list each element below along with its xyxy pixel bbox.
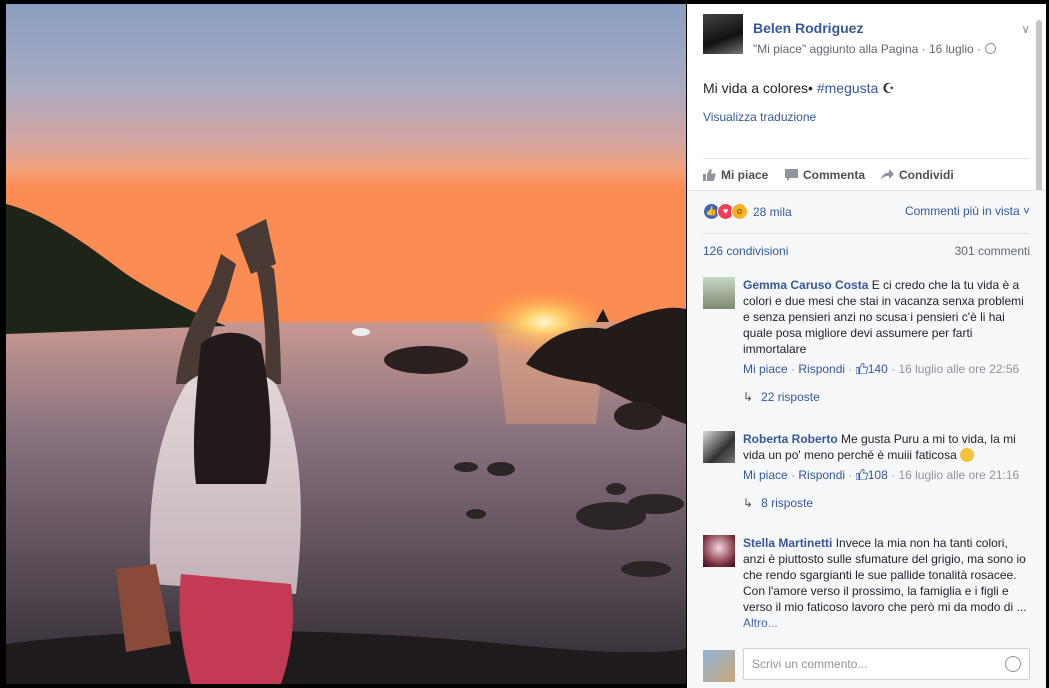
comment-sort-dropdown[interactable]: Commenti più in vista ˅: [905, 204, 1030, 218]
reactions-summary[interactable]: 👍 ♥ o 28 mila: [703, 203, 792, 221]
comment-item: Gemma Caruso Costa E ci credo che la tu …: [703, 277, 1028, 404]
comments-count[interactable]: 301 commenti: [955, 244, 1030, 258]
comment-like-link[interactable]: Mi piace: [743, 362, 788, 376]
thumbs-up-icon: [855, 362, 868, 375]
comment-label: Commenta: [803, 168, 866, 182]
commenter-avatar[interactable]: [703, 535, 735, 567]
comment-icon: [785, 169, 798, 181]
comment-time[interactable]: 16 luglio alle ore 22:56: [898, 362, 1019, 376]
reply-arrow-icon: ↳: [743, 390, 754, 404]
post-text-main: Mi vida a colores•: [703, 80, 817, 96]
comment-item: Stella Martinetti Invece la mia non ha t…: [703, 535, 1028, 631]
globe-icon: [985, 43, 996, 54]
replies-link[interactable]: ↳ 22 risposte: [743, 390, 1028, 404]
comment-meta: Mi piace · Rispondi · 108 · 16 luglio al…: [743, 468, 1020, 482]
post-text-tail: ☪: [878, 80, 895, 96]
post-actions: Mi piace Commenta Condividi: [703, 158, 1030, 191]
shares-count[interactable]: 126 condivisioni: [703, 244, 788, 258]
comment-button[interactable]: Commenta: [785, 168, 865, 182]
comment-input[interactable]: Scrivi un commento...: [743, 648, 1030, 680]
comment-meta: Mi piace · Rispondi · 140 · 16 luglio al…: [743, 362, 1020, 376]
comment-body: Roberta Roberto Me gusta Puru a mi to vi…: [743, 431, 1028, 463]
wow-reaction-icon: o: [731, 203, 748, 220]
comment-reply-link[interactable]: Rispondi: [798, 468, 845, 482]
comment-reply-link[interactable]: Rispondi: [798, 362, 845, 376]
post-subtitle-text: "Mi piace" aggiunto alla Pagina · 16 lug…: [753, 42, 981, 56]
comment-composer: Scrivi un commento...: [703, 648, 1030, 682]
thumbs-up-icon: [703, 169, 716, 181]
comment-author[interactable]: Roberta Roberto: [743, 432, 838, 446]
share-label: Condividi: [899, 168, 954, 182]
comment-item: Roberta Roberto Me gusta Puru a mi to vi…: [703, 431, 1028, 510]
comment-body: Stella Martinetti Invece la mia non ha t…: [743, 535, 1028, 631]
author-avatar[interactable]: [703, 14, 743, 54]
hashtag-link[interactable]: #megusta: [817, 80, 878, 96]
share-icon: [881, 169, 894, 180]
comment-like-link[interactable]: Mi piace: [743, 468, 788, 482]
sunset-photo-illustration: [6, 4, 686, 684]
replies-link[interactable]: ↳ 8 risposte: [743, 496, 1028, 510]
comment-author[interactable]: Gemma Caruso Costa: [743, 278, 868, 292]
comments-fade: [687, 622, 1046, 642]
comment-likes[interactable]: 108: [855, 468, 888, 482]
post-panel: Belen Rodriguez "Mi piace" aggiunto alla…: [687, 4, 1046, 688]
comment-body: Gemma Caruso Costa E ci credo che la tu …: [743, 277, 1028, 357]
post-text: Mi vida a colores• #megusta ☪: [703, 80, 895, 97]
commenter-avatar[interactable]: [703, 431, 735, 463]
comment-likes[interactable]: 140: [855, 362, 888, 376]
post-subtitle: "Mi piace" aggiunto alla Pagina · 16 lug…: [753, 42, 996, 56]
commenter-avatar[interactable]: [703, 277, 735, 309]
share-button[interactable]: Condividi: [881, 168, 954, 182]
post-header: Belen Rodriguez "Mi piace" aggiunto alla…: [703, 14, 1030, 64]
comment-likes-count: 108: [867, 468, 888, 482]
replies-count: 8 risposte: [761, 496, 814, 510]
reactions-count[interactable]: 28 mila: [753, 205, 792, 219]
comment-time[interactable]: 16 luglio alle ore 21:16: [898, 468, 1019, 482]
comment-likes-count: 140: [867, 362, 888, 376]
replies-count: 22 risposte: [761, 390, 820, 404]
comment-placeholder: Scrivi un commento...: [752, 657, 868, 671]
like-button[interactable]: Mi piace: [703, 168, 768, 182]
translate-link[interactable]: Visualizza traduzione: [703, 110, 816, 124]
reply-arrow-icon: ↳: [743, 496, 754, 510]
confused-emoji-icon: [960, 448, 975, 462]
comment-author[interactable]: Stella Martinetti: [743, 536, 832, 550]
comments-area: 👍 ♥ o 28 mila Commenti più in vista ˅ 126 c…: [687, 190, 1046, 688]
post-photo[interactable]: [6, 4, 686, 684]
thumbs-up-icon: [855, 468, 868, 481]
chevron-down-icon[interactable]: ∨: [1021, 22, 1030, 36]
emoji-icon[interactable]: [1005, 656, 1021, 672]
share-stats-row: 126 condivisioni 301 commenti: [703, 233, 1030, 264]
like-label: Mi piace: [721, 168, 769, 182]
my-avatar: [703, 650, 735, 682]
author-name[interactable]: Belen Rodriguez: [753, 20, 863, 36]
